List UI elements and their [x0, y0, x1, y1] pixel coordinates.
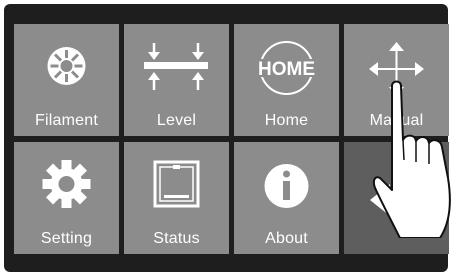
level-label: Level — [156, 112, 197, 129]
home-icon: HOME — [254, 41, 319, 95]
home-icon-text: HOME — [258, 59, 315, 80]
status-button[interactable]: Status — [124, 142, 229, 254]
level-icon — [144, 43, 208, 90]
info-icon — [264, 164, 309, 208]
setting-label: Setting — [40, 230, 93, 247]
level-button[interactable]: Level — [124, 24, 229, 136]
about-label: About — [265, 230, 308, 247]
filament-icon — [47, 47, 86, 85]
home-label: Home — [264, 112, 309, 129]
home-button[interactable]: HOME Home — [234, 24, 339, 136]
filament-button[interactable]: Filament — [14, 24, 119, 136]
gear-icon — [42, 160, 91, 208]
status-printer-icon — [153, 160, 200, 208]
setting-button[interactable]: Setting — [14, 142, 119, 254]
about-button[interactable]: About — [234, 142, 339, 254]
pointing-hand-icon — [372, 80, 451, 238]
status-label: Status — [153, 230, 200, 247]
filament-label: Filament — [35, 112, 98, 129]
